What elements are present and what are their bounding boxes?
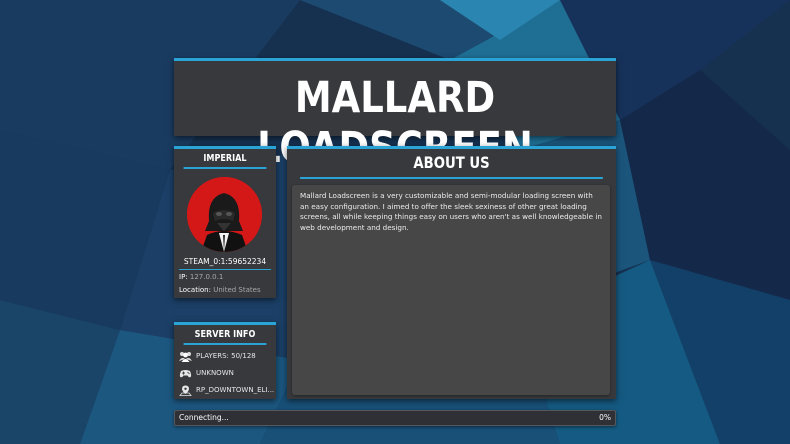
avatar [187, 177, 262, 252]
players-row: PLAYERS: 50/128 [179, 350, 256, 362]
map-name: RP_DOWNTOWN_ELI... [196, 386, 275, 394]
steam-id: STEAM_0:1:59652234 [179, 257, 271, 270]
progress-percent: 0% [599, 413, 611, 422]
gamemode-value: UNKNOWN [196, 369, 234, 377]
gamepad-icon [179, 369, 192, 377]
darth-vader-avatar-icon [187, 177, 262, 252]
progress-bar: Connecting... 0% [174, 410, 616, 426]
about-text: Mallard Loadscreen is a very customizabl… [300, 191, 602, 232]
location-line: Location: United States [179, 286, 261, 294]
gamemode-row: UNKNOWN [179, 367, 234, 379]
about-body: Mallard Loadscreen is a very customizabl… [292, 185, 610, 395]
location-value: United States [213, 286, 261, 294]
location-label: Location: [179, 286, 211, 294]
map-marker-icon [179, 385, 192, 396]
ip-label: IP: [179, 273, 188, 281]
ip-value: 127.0.0.1 [189, 273, 224, 281]
server-info-panel: SERVER INFO PLAYERS: 50/128 UNKNOWN RP_D… [174, 322, 276, 399]
user-group: IMPERIAL [183, 153, 267, 169]
user-panel: IMPERIAL STEAM_0:1:59652234 IP: 127.0.0.… [174, 146, 276, 298]
players-count: PLAYERS: 50/128 [196, 352, 256, 360]
progress-status: Connecting... [179, 413, 229, 422]
about-title: ABOUT US [300, 149, 603, 179]
title-panel: MALLARD LOADSCREEN [174, 58, 616, 173]
map-row: RP_DOWNTOWN_ELI... [179, 384, 274, 396]
users-icon [179, 351, 192, 362]
server-info-title: SERVER INFO [183, 329, 267, 345]
ip-line: IP: 127.0.0.1 [179, 273, 223, 281]
about-panel: ABOUT US Mallard Loadscreen is a very cu… [287, 146, 616, 399]
